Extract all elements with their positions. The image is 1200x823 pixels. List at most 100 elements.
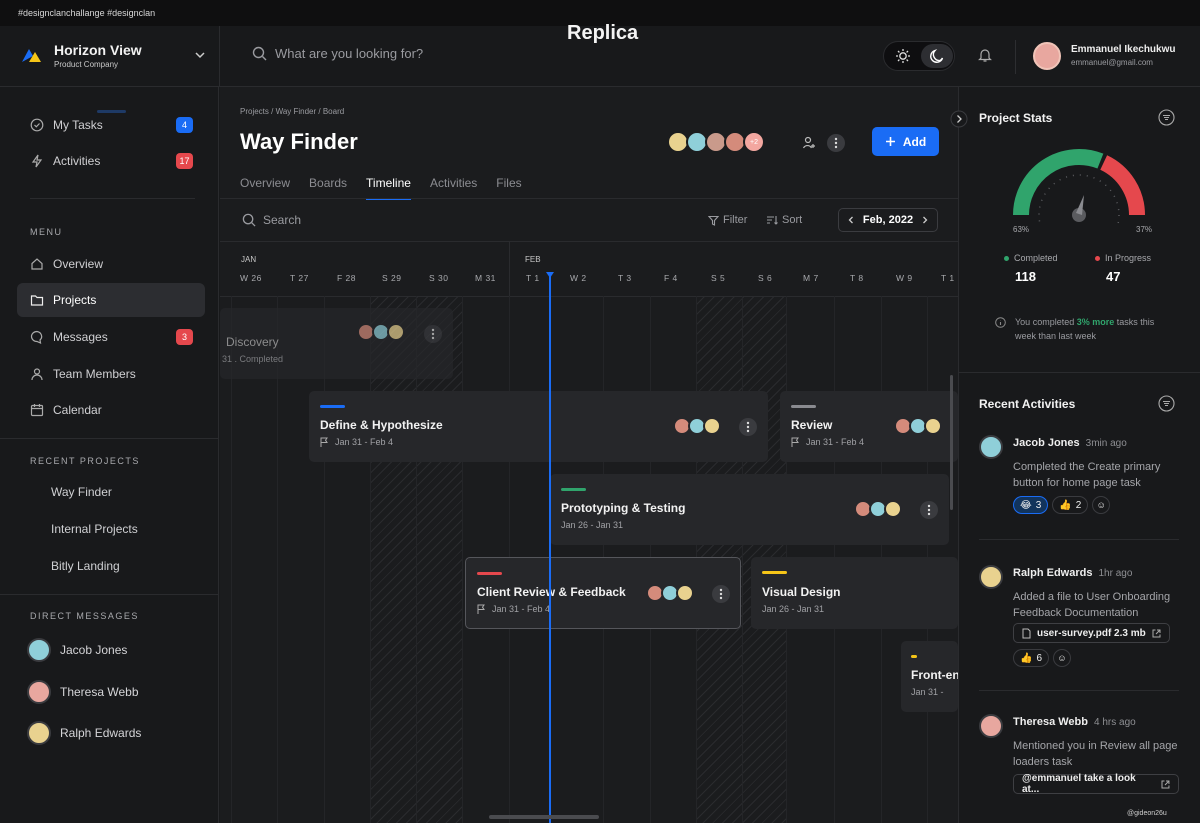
task-card-prototyping-testing[interactable]: Prototyping & Testing Jan 26 - Jan 31 bbox=[550, 474, 949, 545]
theme-toggle-active[interactable] bbox=[921, 44, 953, 68]
reaction-chip[interactable]: 👍 6 bbox=[1013, 649, 1050, 667]
task-card-client-review[interactable]: Client Review & Feedback Jan 31 - Feb 4 bbox=[465, 557, 741, 629]
sort-button[interactable]: Sort bbox=[766, 214, 802, 226]
sidebar-item-label: My Tasks bbox=[53, 118, 103, 132]
sidebar-item-messages[interactable]: Messages 3 bbox=[17, 320, 205, 354]
recent-project-way-finder[interactable]: Way Finder bbox=[51, 485, 112, 499]
info-icon bbox=[995, 317, 1006, 328]
task-card-discovery[interactable]: Discovery 31 . Completed bbox=[220, 308, 453, 379]
vertical-scrollbar[interactable] bbox=[950, 375, 953, 510]
user-name: Emmanuel Ikechukwu bbox=[1071, 44, 1176, 55]
task-card-define-hypothesize[interactable]: Define & Hypothesize Jan 31 - Feb 4 bbox=[309, 391, 768, 462]
avatar bbox=[703, 417, 721, 435]
recent-project-internal[interactable]: Internal Projects bbox=[51, 522, 138, 536]
task-assignees bbox=[894, 417, 942, 435]
breadcrumb[interactable]: Projects / Way Finder / Board bbox=[240, 107, 344, 116]
day-label: T 3 bbox=[618, 273, 632, 283]
add-reaction-button[interactable]: ☺ bbox=[1053, 649, 1072, 667]
sidebar-item-overview[interactable]: Overview bbox=[17, 247, 205, 281]
month-label: JAN bbox=[241, 255, 257, 264]
activity-item[interactable]: Jacob Jones 3min ago Completed the Create… bbox=[979, 435, 1179, 547]
chevron-down-icon[interactable] bbox=[193, 48, 207, 62]
dm-theresa-webb[interactable]: Theresa Webb bbox=[27, 680, 139, 704]
external-link-icon[interactable] bbox=[1152, 629, 1161, 638]
avatar bbox=[27, 721, 51, 745]
tab-activities[interactable]: Activities bbox=[430, 176, 477, 200]
filter-icon bbox=[708, 215, 719, 226]
day-label: M 7 bbox=[803, 273, 819, 283]
dm-name: Ralph Edwards bbox=[60, 726, 142, 740]
filter-lines-icon[interactable] bbox=[1158, 109, 1175, 126]
bell-icon[interactable] bbox=[977, 47, 993, 63]
task-card-front-end[interactable]: Front-en Jan 31 - bbox=[901, 641, 958, 712]
completed-dot bbox=[1004, 255, 1009, 261]
tab-overview[interactable]: Overview bbox=[240, 176, 290, 200]
activity-item[interactable]: Ralph Edwards 1hr ago Added a file to Use… bbox=[979, 565, 1179, 677]
more-vertical-icon[interactable] bbox=[827, 134, 845, 152]
member-avatars[interactable]: +2 bbox=[667, 131, 765, 153]
external-link-icon[interactable] bbox=[1161, 780, 1170, 789]
tab-timeline[interactable]: Timeline bbox=[366, 176, 411, 200]
reaction-chip[interactable]: 😂 3 bbox=[1013, 496, 1049, 514]
more-vertical-icon[interactable] bbox=[712, 585, 730, 603]
chevron-left-icon[interactable] bbox=[847, 216, 855, 224]
add-reaction-button[interactable]: ☺ bbox=[1092, 496, 1111, 514]
task-dates: Jan 31 - Feb 4 bbox=[320, 437, 393, 447]
theme-toggle[interactable] bbox=[883, 41, 955, 71]
day-label: S 30 bbox=[429, 273, 449, 283]
sidebar-item-my-tasks[interactable]: My Tasks 4 bbox=[17, 108, 205, 142]
dm-ralph-edwards[interactable]: Ralph Edwards bbox=[27, 721, 141, 745]
add-user-icon[interactable] bbox=[801, 135, 817, 151]
sidebar-item-team-members[interactable]: Team Members bbox=[17, 357, 205, 391]
avatar bbox=[387, 323, 405, 341]
day-label: W 2 bbox=[570, 273, 587, 283]
avatar bbox=[924, 417, 942, 435]
sun-icon[interactable] bbox=[895, 48, 911, 64]
task-card-review[interactable]: Review Jan 31 - Feb 4 bbox=[780, 391, 958, 462]
tasks-badge: 4 bbox=[176, 117, 193, 133]
timeline-search[interactable]: Search bbox=[242, 213, 301, 227]
recent-project-bitly[interactable]: Bitly Landing bbox=[51, 559, 120, 573]
user-avatar[interactable] bbox=[1033, 42, 1061, 70]
task-card-visual-design[interactable]: Visual Design Jan 26 - Jan 31 bbox=[751, 557, 958, 629]
task-dates: Jan 31 - bbox=[911, 687, 944, 697]
more-vertical-icon[interactable] bbox=[739, 418, 757, 436]
tab-files[interactable]: Files bbox=[496, 176, 521, 200]
month-picker[interactable]: Feb, 2022 bbox=[838, 208, 938, 232]
day-label: F 28 bbox=[337, 273, 357, 283]
project-stats-title: Project Stats bbox=[979, 111, 1053, 125]
attached-file[interactable]: user-survey.pdf 2.3 mb bbox=[1013, 623, 1170, 643]
task-progress-bar bbox=[561, 488, 586, 491]
chevron-right-icon[interactable] bbox=[921, 216, 929, 224]
dm-jacob-jones[interactable]: Jacob Jones bbox=[27, 638, 127, 662]
add-reaction-icon: ☺ bbox=[1057, 653, 1067, 663]
task-dates: Jan 31 - Feb 4 bbox=[791, 437, 864, 447]
divider bbox=[219, 26, 220, 87]
flag-icon bbox=[477, 604, 485, 614]
lightning-icon bbox=[31, 154, 43, 168]
sort-label: Sort bbox=[782, 214, 803, 226]
sidebar-item-activities[interactable]: Activities 17 bbox=[17, 144, 205, 178]
global-search[interactable]: What are you looking for? bbox=[252, 46, 423, 61]
filter-lines-icon[interactable] bbox=[1158, 395, 1175, 412]
brand-name: Horizon View bbox=[54, 42, 142, 58]
sidebar-item-calendar[interactable]: Calendar bbox=[17, 393, 205, 427]
filter-button[interactable]: Filter bbox=[708, 214, 747, 226]
main-panel: Projects / Way Finder / Board Way Finder… bbox=[220, 87, 958, 823]
sidebar-item-projects[interactable]: Projects bbox=[17, 283, 205, 317]
more-vertical-icon[interactable] bbox=[424, 325, 442, 343]
horizontal-scrollbar[interactable] bbox=[489, 815, 599, 819]
collapse-panel-icon[interactable] bbox=[950, 110, 968, 128]
mention-preview[interactable]: @emmanuel take a look at... bbox=[1013, 773, 1179, 795]
task-dates-text: Jan 31 - Feb 4 bbox=[335, 437, 394, 447]
more-vertical-icon[interactable] bbox=[920, 501, 938, 519]
reaction-chip[interactable]: 👍 2 bbox=[1052, 496, 1089, 514]
timeline-search-input[interactable]: Search bbox=[263, 213, 301, 227]
file-icon bbox=[1022, 628, 1031, 638]
activity-item[interactable]: Theresa Webb 4 hrs ago Mentioned you in R… bbox=[979, 714, 1179, 816]
tab-boards[interactable]: Boards bbox=[309, 176, 347, 200]
task-dates-text: Jan 31 - Feb 4 bbox=[492, 604, 551, 614]
search-input[interactable]: What are you looking for? bbox=[275, 46, 423, 61]
task-dates: Jan 31 - Feb 4 bbox=[477, 604, 550, 614]
add-button[interactable]: Add bbox=[872, 127, 939, 156]
